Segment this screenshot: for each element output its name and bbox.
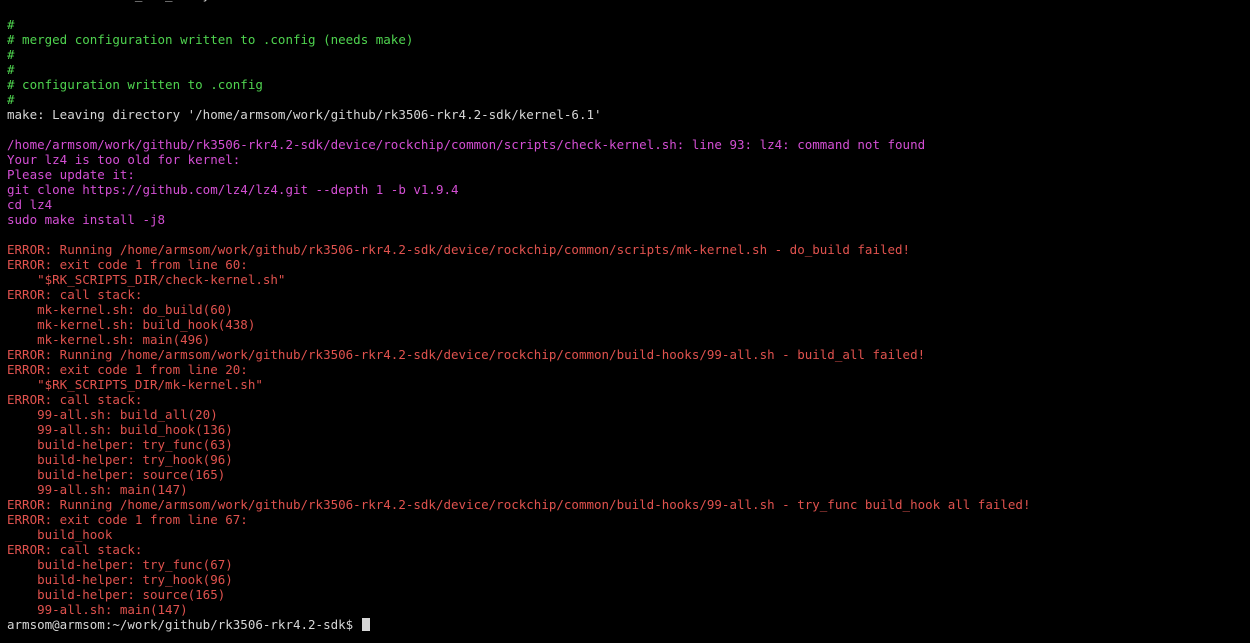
terminal-line: mk-kernel.sh: main(496) — [7, 332, 211, 347]
terminal-line: # — [7, 47, 15, 62]
terminal-line: ERROR: exit code 1 from line 67: — [7, 512, 248, 527]
terminal-line: build-helper: source(165) — [7, 467, 226, 482]
terminal-line: ERROR: exit code 1 from line 20: — [7, 362, 248, 377]
terminal-line: 99-all.sh: main(147) — [7, 602, 188, 617]
terminal-line: 99-all.sh: main(147) — [7, 482, 188, 497]
terminal-line: "$RK_SCRIPTS_DIR/check-kernel.sh" — [7, 272, 286, 287]
terminal-line: make: Leaving directory '/home/armsom/wo… — [7, 107, 602, 122]
terminal-line: Your lz4 is too old for kernel: — [7, 152, 241, 167]
terminal-line: # — [7, 17, 15, 32]
terminal-line: ERROR: exit code 1 from line 60: — [7, 257, 248, 272]
terminal-line: mk-kernel.sh: build_hook(438) — [7, 317, 256, 332]
terminal-output: New Value: CONFIG_USB_HID=y## merged con… — [7, 0, 1250, 632]
terminal-line: build-helper: try_hook(96) — [7, 572, 233, 587]
terminal-line: # — [7, 92, 15, 107]
terminal-line: build-helper: try_hook(96) — [7, 452, 233, 467]
terminal-line: # merged configuration written to .confi… — [7, 32, 414, 47]
shell-prompt: armsom@armsom:~/work/github/rk3506-rkr4.… — [7, 617, 361, 632]
terminal-line: mk-kernel.sh: do_build(60) — [7, 302, 233, 317]
terminal-line: ERROR: Running /home/armsom/work/github/… — [7, 242, 911, 257]
terminal-line: ERROR: call stack: — [7, 542, 143, 557]
terminal-window[interactable]: New Value: CONFIG_USB_HID=y## merged con… — [0, 0, 1250, 643]
terminal-line: /home/armsom/work/github/rk3506-rkr4.2-s… — [7, 137, 926, 152]
terminal-line: ERROR: call stack: — [7, 392, 143, 407]
terminal-line: Please update it: — [7, 167, 135, 182]
terminal-line: cd lz4 — [7, 197, 53, 212]
terminal-line: 99-all.sh: build_all(20) — [7, 407, 218, 422]
terminal-line: "$RK_SCRIPTS_DIR/mk-kernel.sh" — [7, 377, 263, 392]
terminal-line: ERROR: Running /home/armsom/work/github/… — [7, 497, 1031, 512]
terminal-line: git clone https://github.com/lz4/lz4.git… — [7, 182, 459, 197]
terminal-line: build_hook — [7, 527, 113, 542]
terminal-line: sudo make install -j8 — [7, 212, 166, 227]
terminal-line: build-helper: try_func(63) — [7, 437, 233, 452]
terminal-line: build-helper: try_func(67) — [7, 557, 233, 572]
terminal-line: 99-all.sh: build_hook(136) — [7, 422, 233, 437]
text-cursor — [361, 618, 370, 631]
terminal-line: build-helper: source(165) — [7, 587, 226, 602]
terminal-line: # configuration written to .config — [7, 77, 263, 92]
terminal-line: ERROR: Running /home/armsom/work/github/… — [7, 347, 926, 362]
terminal-line: # — [7, 62, 15, 77]
terminal-line: ERROR: call stack: — [7, 287, 143, 302]
shell-prompt-line[interactable]: armsom@armsom:~/work/github/rk3506-rkr4.… — [7, 617, 1250, 632]
